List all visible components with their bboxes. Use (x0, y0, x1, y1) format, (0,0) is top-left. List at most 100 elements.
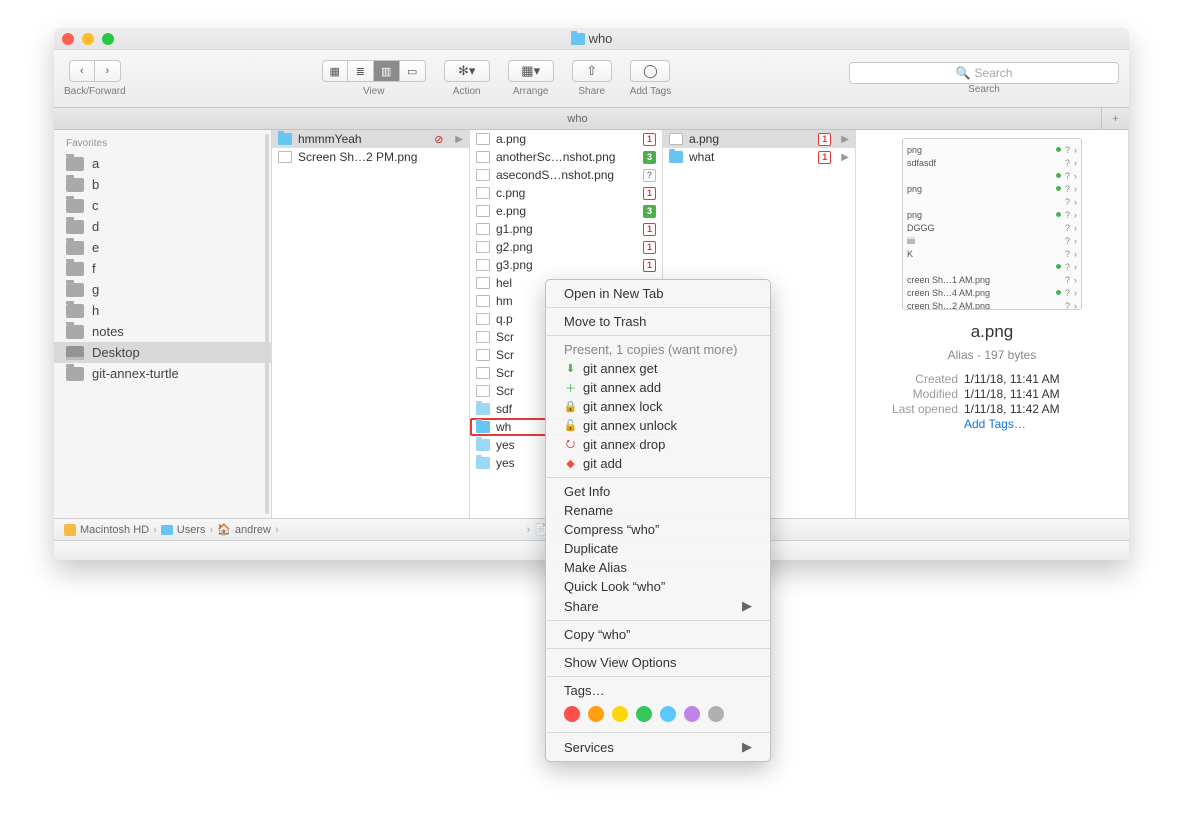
add-tags-group: ◯ Add Tags (630, 60, 672, 97)
menu-open-in-new-tab[interactable]: Open in New Tab (546, 284, 770, 303)
file-row[interactable]: a.png1▶ (663, 130, 855, 148)
share-button[interactable]: ⇧ (572, 60, 612, 82)
close-window-button[interactable] (62, 33, 74, 45)
file-row[interactable]: a.png1 (470, 130, 662, 148)
sidebar-item-f[interactable]: f (54, 258, 271, 279)
menu-git-annex-get[interactable]: ⬇git annex get (546, 359, 770, 378)
menu-services[interactable]: Services▶ (546, 737, 770, 757)
forward-button[interactable]: › (95, 60, 121, 82)
file-row[interactable]: e.png3 (470, 202, 662, 220)
tag-color-dot[interactable] (684, 706, 700, 722)
add-tags-link[interactable]: Add Tags… (964, 417, 1026, 431)
file-icon (476, 331, 490, 343)
menu-get-info[interactable]: Get Info (546, 482, 770, 501)
sidebar-item-h[interactable]: h (54, 300, 271, 321)
back-button[interactable]: ‹ (69, 60, 95, 82)
tag-color-dot[interactable] (612, 706, 628, 722)
sidebar-item-desktop[interactable]: Desktop (54, 342, 271, 363)
toolbar-label: Search (968, 84, 1000, 95)
search-input[interactable]: 🔍 Search (849, 62, 1119, 84)
file-row[interactable]: g3.png1 (470, 256, 662, 274)
preview-thumb-row: ?› (907, 169, 1077, 182)
menu-git-annex-lock[interactable]: 🔒git annex lock (546, 397, 770, 416)
tag-color-dot[interactable] (564, 706, 580, 722)
file-row[interactable]: c.png1 (470, 184, 662, 202)
sidebar-item-b[interactable]: b (54, 174, 271, 195)
file-row[interactable]: hmmmYeah⊘▶ (272, 130, 469, 148)
menu-git-annex-drop[interactable]: ⭮git annex drop (546, 435, 770, 454)
folder-icon (66, 283, 84, 297)
file-row[interactable]: asecondS…nshot.png? (470, 166, 662, 184)
tag-color-dot[interactable] (636, 706, 652, 722)
sidebar-item-notes[interactable]: notes (54, 321, 271, 342)
folder-icon (66, 304, 84, 318)
toolbar-label: Add Tags (630, 86, 672, 97)
preview-name: a.png (971, 322, 1014, 342)
preview-thumb-row: png?› (907, 182, 1077, 195)
minimize-window-button[interactable] (82, 33, 94, 45)
status-badge: 1 (643, 259, 656, 272)
menu-duplicate[interactable]: Duplicate (546, 539, 770, 558)
disk-icon (64, 524, 76, 536)
file-row[interactable]: what1▶ (663, 148, 855, 166)
column-1[interactable]: hmmmYeah⊘▶Screen Sh…2 PM.png (272, 130, 470, 518)
view-icon-button[interactable]: ▦ (322, 60, 348, 82)
tab-bar: who + (54, 108, 1129, 130)
folder-icon (476, 439, 490, 451)
sidebar-item-a[interactable]: a (54, 153, 271, 174)
menu-git-annex-add[interactable]: ＋git annex add (546, 378, 770, 397)
file-row[interactable]: g1.png1 (470, 220, 662, 238)
warning-icon: ⊘ (432, 133, 445, 146)
chevron-right-icon: ▶ (451, 134, 463, 145)
arrange-group: ▦▾ Arrange (508, 60, 554, 97)
file-icon (476, 313, 490, 325)
file-icon (476, 133, 490, 145)
sidebar-item-c[interactable]: c (54, 195, 271, 216)
menu-rename[interactable]: Rename (546, 501, 770, 520)
tag-color-dot[interactable] (588, 706, 604, 722)
add-tags-button[interactable]: ◯ (630, 60, 670, 82)
menu-compress[interactable]: Compress “who” (546, 520, 770, 539)
drop-icon: ⭮ (564, 438, 577, 451)
folder-icon (66, 262, 84, 276)
file-icon (476, 367, 490, 379)
tag-color-dot[interactable] (660, 706, 676, 722)
menu-share[interactable]: Share▶ (546, 596, 770, 616)
preview-thumb-row: ?› (907, 195, 1077, 208)
new-tab-button[interactable]: + (1101, 108, 1129, 129)
file-row[interactable]: anotherSc…nshot.png3 (470, 148, 662, 166)
menu-make-alias[interactable]: Make Alias (546, 558, 770, 577)
sidebar-item-git-annex-turtle[interactable]: git-annex-turtle (54, 363, 271, 384)
zoom-window-button[interactable] (102, 33, 114, 45)
menu-move-to-trash[interactable]: Move to Trash (546, 312, 770, 331)
menu-show-view-options[interactable]: Show View Options (546, 653, 770, 672)
tab-who[interactable]: who (54, 108, 1101, 129)
preview-thumb-row: iiii?› (907, 234, 1077, 247)
menu-git-add[interactable]: ◆git add (546, 454, 770, 473)
preview-thumb-row: sdfasdf?› (907, 156, 1077, 169)
menu-quick-look[interactable]: Quick Look “who” (546, 577, 770, 596)
sidebar-scrollbar[interactable] (265, 134, 269, 514)
preview-thumb-row: DGGG?› (907, 221, 1077, 234)
file-row[interactable]: Screen Sh…2 PM.png (272, 148, 469, 166)
titlebar[interactable]: who (54, 28, 1129, 50)
tag-color-dot[interactable] (708, 706, 724, 722)
view-gallery-button[interactable]: ▭ (400, 60, 426, 82)
sidebar-item-e[interactable]: e (54, 237, 271, 258)
sidebar-item-g[interactable]: g (54, 279, 271, 300)
menu-tags[interactable]: Tags… (546, 681, 770, 700)
view-list-button[interactable]: ≣ (348, 60, 374, 82)
plus-icon: ＋ (564, 381, 577, 394)
view-column-button[interactable]: ▥ (374, 60, 400, 82)
preview-thumb-row: creen Sh…2 AM.png?› (907, 299, 1077, 310)
menu-git-annex-unlock[interactable]: 🔓git annex unlock (546, 416, 770, 435)
file-icon (476, 295, 490, 307)
sidebar-item-d[interactable]: d (54, 216, 271, 237)
file-row[interactable]: g2.png1 (470, 238, 662, 256)
action-button[interactable]: ✻▾ (444, 60, 490, 82)
status-badge: 3 (643, 151, 656, 164)
file-icon (669, 133, 683, 145)
search-group: 🔍 Search Search (849, 62, 1119, 95)
arrange-button[interactable]: ▦▾ (508, 60, 554, 82)
menu-copy[interactable]: Copy “who” (546, 625, 770, 644)
